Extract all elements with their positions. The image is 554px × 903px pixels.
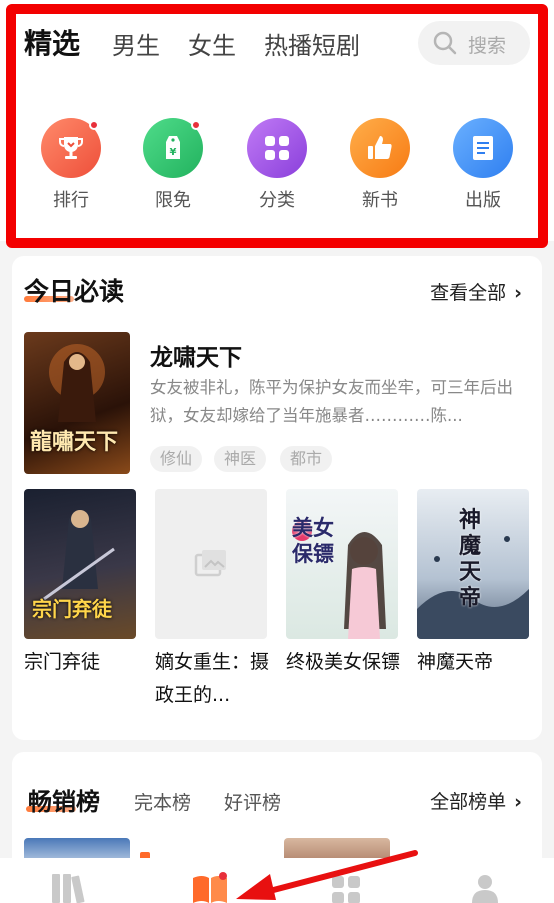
book-description: 女友被非礼，陈平为保护女友而坐牢，可三年后出狱，女友却嫁给了当年施暴者…………陈… <box>150 378 513 425</box>
book-tag[interactable]: 神医 <box>214 446 267 472</box>
book-name[interactable]: 终极美女保镖 <box>286 646 404 679</box>
tab-bestseller[interactable]: 畅销榜 <box>28 782 100 817</box>
book-tag[interactable]: 都市 <box>280 446 333 472</box>
image-placeholder-icon <box>194 550 226 577</box>
see-all-link[interactable]: 查看全部 › <box>430 278 522 305</box>
book-cover[interactable]: 美女保镖 <box>286 489 398 639</box>
category-label: 限免 <box>155 190 191 211</box>
svg-text:¥: ¥ <box>170 147 177 158</box>
cover-title: 龍嘯天下 <box>30 429 119 455</box>
category-ranking[interactable]: 排行 <box>31 118 111 212</box>
tab-male[interactable]: 男生 <box>112 26 160 61</box>
all-rankings-link[interactable]: 全部榜单 › <box>430 787 522 814</box>
search-icon <box>433 31 457 55</box>
cover-title: 美女保镖 <box>292 515 334 566</box>
all-rankings-label: 全部榜单 <box>430 791 507 813</box>
tab-short-drama[interactable]: 热播短剧 <box>264 26 360 61</box>
grid-icon <box>265 136 289 160</box>
bottom-nav <box>0 858 554 903</box>
profile-icon[interactable] <box>470 872 500 903</box>
price-tag-icon: ¥ <box>166 136 180 159</box>
category-label: 分类 <box>259 190 295 211</box>
book-name[interactable]: 嫡女重生：摄政王的... <box>155 646 273 712</box>
category-free[interactable]: ¥ 限免 <box>133 118 213 212</box>
notification-dot <box>191 120 201 130</box>
bookshelf-icon[interactable] <box>50 872 86 903</box>
book-name[interactable]: 宗门弃徒 <box>24 646 142 679</box>
search-box[interactable]: 搜索 <box>418 21 530 65</box>
category-publish[interactable]: 出版 <box>443 118 523 212</box>
tab-completed[interactable]: 完本榜 <box>134 788 191 815</box>
tab-featured[interactable]: 精选 <box>24 22 80 62</box>
cover-title: 宗门弃徒 <box>32 597 112 621</box>
book-cover[interactable]: 宗门弃徒 <box>24 489 136 639</box>
thumbs-up-icon <box>368 136 392 159</box>
book-title[interactable]: 龙啸天下 <box>150 338 242 372</box>
category-label: 出版 <box>465 190 501 211</box>
category-row: 排行 ¥ 限免 分类 新书 出版 <box>0 96 554 241</box>
category-icon[interactable] <box>330 872 364 903</box>
search-placeholder: 搜索 <box>468 35 507 57</box>
chevron-right-icon: › <box>514 791 522 813</box>
top-nav: 精选 男生 女生 热播短剧 搜索 <box>0 0 554 96</box>
book-cover[interactable]: 龍嘯天下 <box>24 332 130 474</box>
today-card: 今日必读 查看全部 › 龍嘯天下 龙啸天下 女友被非礼，陈平为保护女友而坐牢，可三… <box>12 256 542 740</box>
tab-fade <box>380 20 418 68</box>
bookstore-icon[interactable] <box>190 872 230 903</box>
see-all-label: 查看全部 <box>430 282 507 304</box>
tab-top-rated[interactable]: 好评榜 <box>224 788 281 815</box>
category-new-books[interactable]: 新书 <box>340 118 420 212</box>
chevron-right-icon: › <box>514 282 522 304</box>
book-cover-placeholder[interactable] <box>155 489 267 639</box>
category-label: 新书 <box>362 190 398 211</box>
book-icon <box>473 136 493 160</box>
cover-title: 神魔天帝 <box>459 507 482 611</box>
tab-female[interactable]: 女生 <box>188 26 236 61</box>
section-title: 今日必读 <box>24 277 125 306</box>
category-types[interactable]: 分类 <box>237 118 317 212</box>
category-label: 排行 <box>53 190 89 211</box>
notification-dot <box>89 120 99 130</box>
bestseller-card: 畅销榜 完本榜 好评榜 全部榜单 › <box>12 752 542 872</box>
book-tag[interactable]: 修仙 <box>150 446 203 472</box>
book-name[interactable]: 神魔天帝 <box>417 646 535 679</box>
book-cover[interactable]: 神魔天帝 <box>417 489 529 639</box>
trophy-icon <box>59 137 83 159</box>
